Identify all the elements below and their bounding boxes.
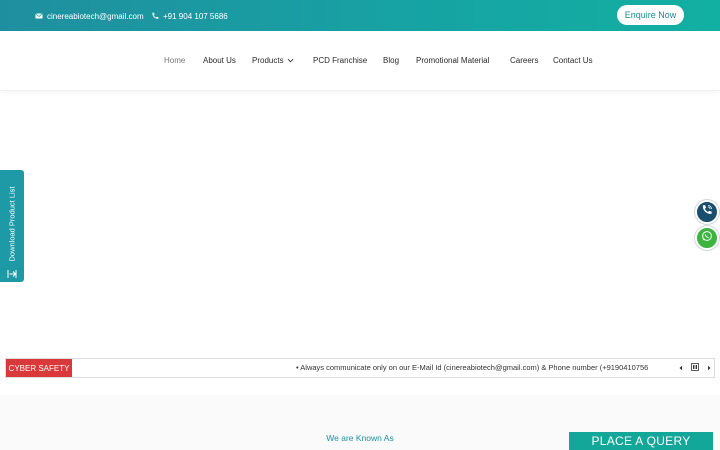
download-product-list-label: Download Product List xyxy=(7,186,17,262)
nav-item-promotional-material[interactable]: Promotional Material xyxy=(416,56,489,65)
nav-item-pcd-franchise[interactable]: PCD Franchise xyxy=(313,56,367,65)
arrow-right-icon xyxy=(706,364,712,373)
email-contact[interactable]: cinereabiotech@gmail.com xyxy=(35,10,144,22)
news-ticker: CYBER SAFETY • Always communicate only o… xyxy=(5,358,715,378)
main-nav: Home About Us Products PCD Franchise Blo… xyxy=(0,31,720,91)
place-a-query-button[interactable]: PLACE A QUERY xyxy=(569,432,713,450)
phone-icon xyxy=(151,12,159,20)
ticker-next-button[interactable] xyxy=(703,362,715,374)
nav-item-careers[interactable]: Careers xyxy=(510,56,538,65)
nav-item-products-label: Products xyxy=(252,56,284,65)
nav-item-about-us[interactable]: About Us xyxy=(203,56,236,65)
phone-contact[interactable]: +91 904 107 5686 xyxy=(151,10,228,22)
whatsapp-icon xyxy=(701,229,713,247)
chevron-down-icon xyxy=(287,57,294,64)
phone-call-icon xyxy=(701,203,713,221)
download-icon xyxy=(7,266,17,278)
call-button[interactable] xyxy=(695,200,719,224)
ticker-prev-button[interactable] xyxy=(675,362,687,374)
nav-item-products[interactable]: Products xyxy=(252,56,294,65)
arrow-left-icon xyxy=(678,364,684,373)
phone-text: +91 904 107 5686 xyxy=(163,11,228,21)
whatsapp-button[interactable] xyxy=(695,226,719,250)
nav-item-blog[interactable]: Blog xyxy=(383,56,399,65)
enquire-now-button[interactable]: Enquire Now xyxy=(617,5,684,25)
envelope-icon xyxy=(35,12,43,20)
cyber-safety-badge: CYBER SAFETY xyxy=(6,359,72,377)
ticker-message: • Always communicate only on our E-Mail … xyxy=(296,363,649,372)
email-text: cinereabiotech@gmail.com xyxy=(47,11,144,21)
pause-icon xyxy=(691,363,699,373)
nav-item-contact-us[interactable]: Contact Us xyxy=(553,56,593,65)
top-bar: cinereabiotech@gmail.com +91 904 107 568… xyxy=(0,0,720,31)
download-product-list-tab[interactable]: Download Product List xyxy=(0,170,24,282)
nav-item-home[interactable]: Home xyxy=(164,56,185,65)
ticker-pause-button[interactable] xyxy=(689,362,701,374)
